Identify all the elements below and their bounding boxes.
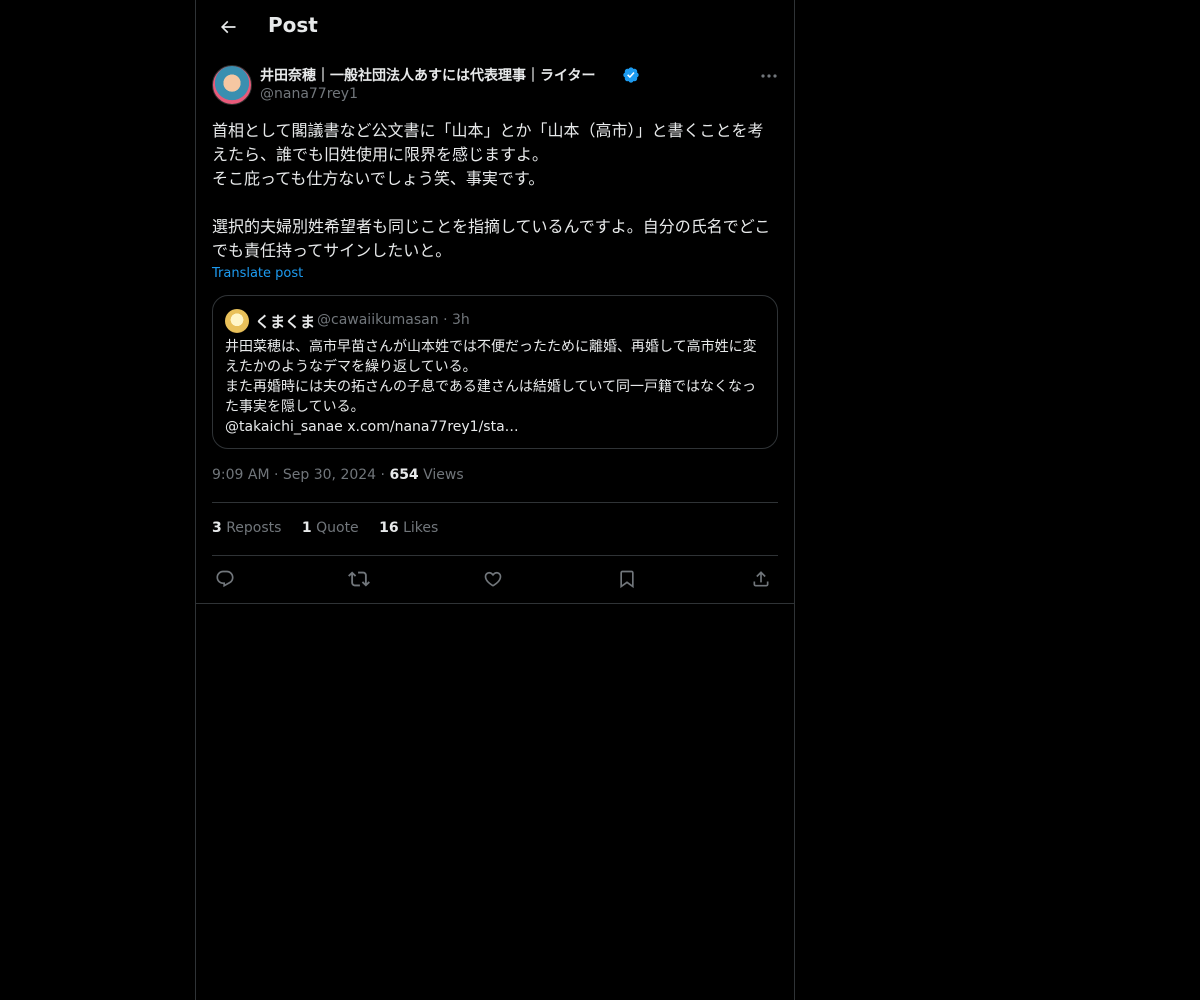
divider: [196, 603, 794, 604]
page-header: Post: [196, 0, 794, 54]
author-name[interactable]: 井田奈穂｜一般社団法人あすには代表理事｜ライター: [260, 65, 595, 85]
repost-icon: [348, 568, 370, 590]
post-author: 井田奈穂｜一般社団法人あすには代表理事｜ライター @nana77rey1: [212, 64, 778, 108]
quote-author-meta: @cawaiikumasan · 3h: [317, 312, 470, 328]
quote-handle: @cawaiikumasan: [317, 312, 439, 328]
page-title: Post: [268, 13, 318, 37]
quotes-stat[interactable]: 1 Quote: [302, 520, 359, 536]
back-button[interactable]: [210, 9, 246, 45]
views-label: Views: [423, 467, 464, 483]
post-text-line: 首相として閣議書など公文書に「山本」とか「山本（高市）」と書くことを考えたら、誰…: [212, 121, 764, 164]
post-meta: 9:09 AM · Sep 30, 2024 · 654 Views: [212, 467, 464, 483]
reposts-count: 3: [212, 520, 222, 536]
post-date[interactable]: Sep 30, 2024: [283, 467, 376, 483]
post-column: Post 井田奈穂｜一般社団法人あすには代表理事｜ライター @nana77rey…: [195, 0, 795, 1000]
more-dots-icon: [761, 73, 777, 79]
bookmark-button[interactable]: [614, 566, 640, 592]
likes-label: Likes: [403, 520, 439, 536]
quote-text-line: 井田菜穂は、高市早苗さんが山本姓では不便だったために離婚、再婚して高市姓に変えた…: [225, 339, 757, 375]
quote-body: 井田菜穂は、高市早苗さんが山本姓では不便だったために離婚、再婚して高市姓に変えた…: [225, 337, 769, 437]
quote-text-line: @takaichi_sanae x.com/nana77rey1/sta…: [225, 419, 519, 435]
views-count: 654: [389, 467, 419, 483]
quotes-label: Quote: [316, 520, 359, 536]
likes-stat[interactable]: 16 Likes: [379, 520, 438, 536]
post-text-line: そこ庇っても仕方ないでしょう笑、事実です。: [212, 169, 545, 188]
verified-badge-icon: [622, 66, 640, 84]
share-icon: [751, 569, 771, 589]
bookmark-icon: [617, 569, 637, 589]
reposts-stat[interactable]: 3 Reposts: [212, 520, 281, 536]
arrow-left-icon: [218, 17, 238, 37]
divider: [212, 555, 778, 556]
repost-button[interactable]: [346, 566, 372, 592]
likes-count: 16: [379, 520, 399, 536]
divider: [212, 502, 778, 503]
meta-separator: ·: [380, 467, 385, 483]
share-button[interactable]: [748, 566, 774, 592]
quote-time: · 3h: [443, 312, 470, 328]
like-button[interactable]: [480, 566, 506, 592]
post-text-line: 選択的夫婦別姓希望者も同じことを指摘しているんですよ。自分の氏名でどこでも責任持…: [212, 217, 771, 260]
quoted-post[interactable]: くまくま @cawaiikumasan · 3h 井田菜穂は、高市早苗さんが山本…: [212, 295, 778, 449]
reply-button[interactable]: [212, 566, 238, 592]
author-handle[interactable]: @nana77rey1: [260, 86, 358, 102]
reply-icon: [215, 569, 235, 589]
reposts-label: Reposts: [226, 520, 282, 536]
quotes-count: 1: [301, 520, 312, 536]
quote-author-name: くまくま: [255, 313, 316, 331]
post-body: 首相として閣議書など公文書に「山本」とか「山本（高市）」と書くことを考えたら、誰…: [212, 119, 778, 263]
heart-icon: [483, 569, 503, 589]
quote-text-line: また再婚時には夫の拓さんの子息である建さんは結婚していて同一戸籍ではなくなった事…: [225, 379, 757, 415]
post-stats: 3 Reposts 1 Quote 16 Likes: [212, 520, 454, 536]
action-bar: [212, 566, 778, 592]
translate-post-link[interactable]: Translate post: [212, 266, 303, 281]
author-avatar[interactable]: [212, 65, 252, 105]
meta-separator: ·: [274, 467, 279, 483]
more-button[interactable]: [757, 66, 781, 86]
quote-avatar: [225, 309, 249, 333]
post-time[interactable]: 9:09 AM: [212, 467, 270, 483]
